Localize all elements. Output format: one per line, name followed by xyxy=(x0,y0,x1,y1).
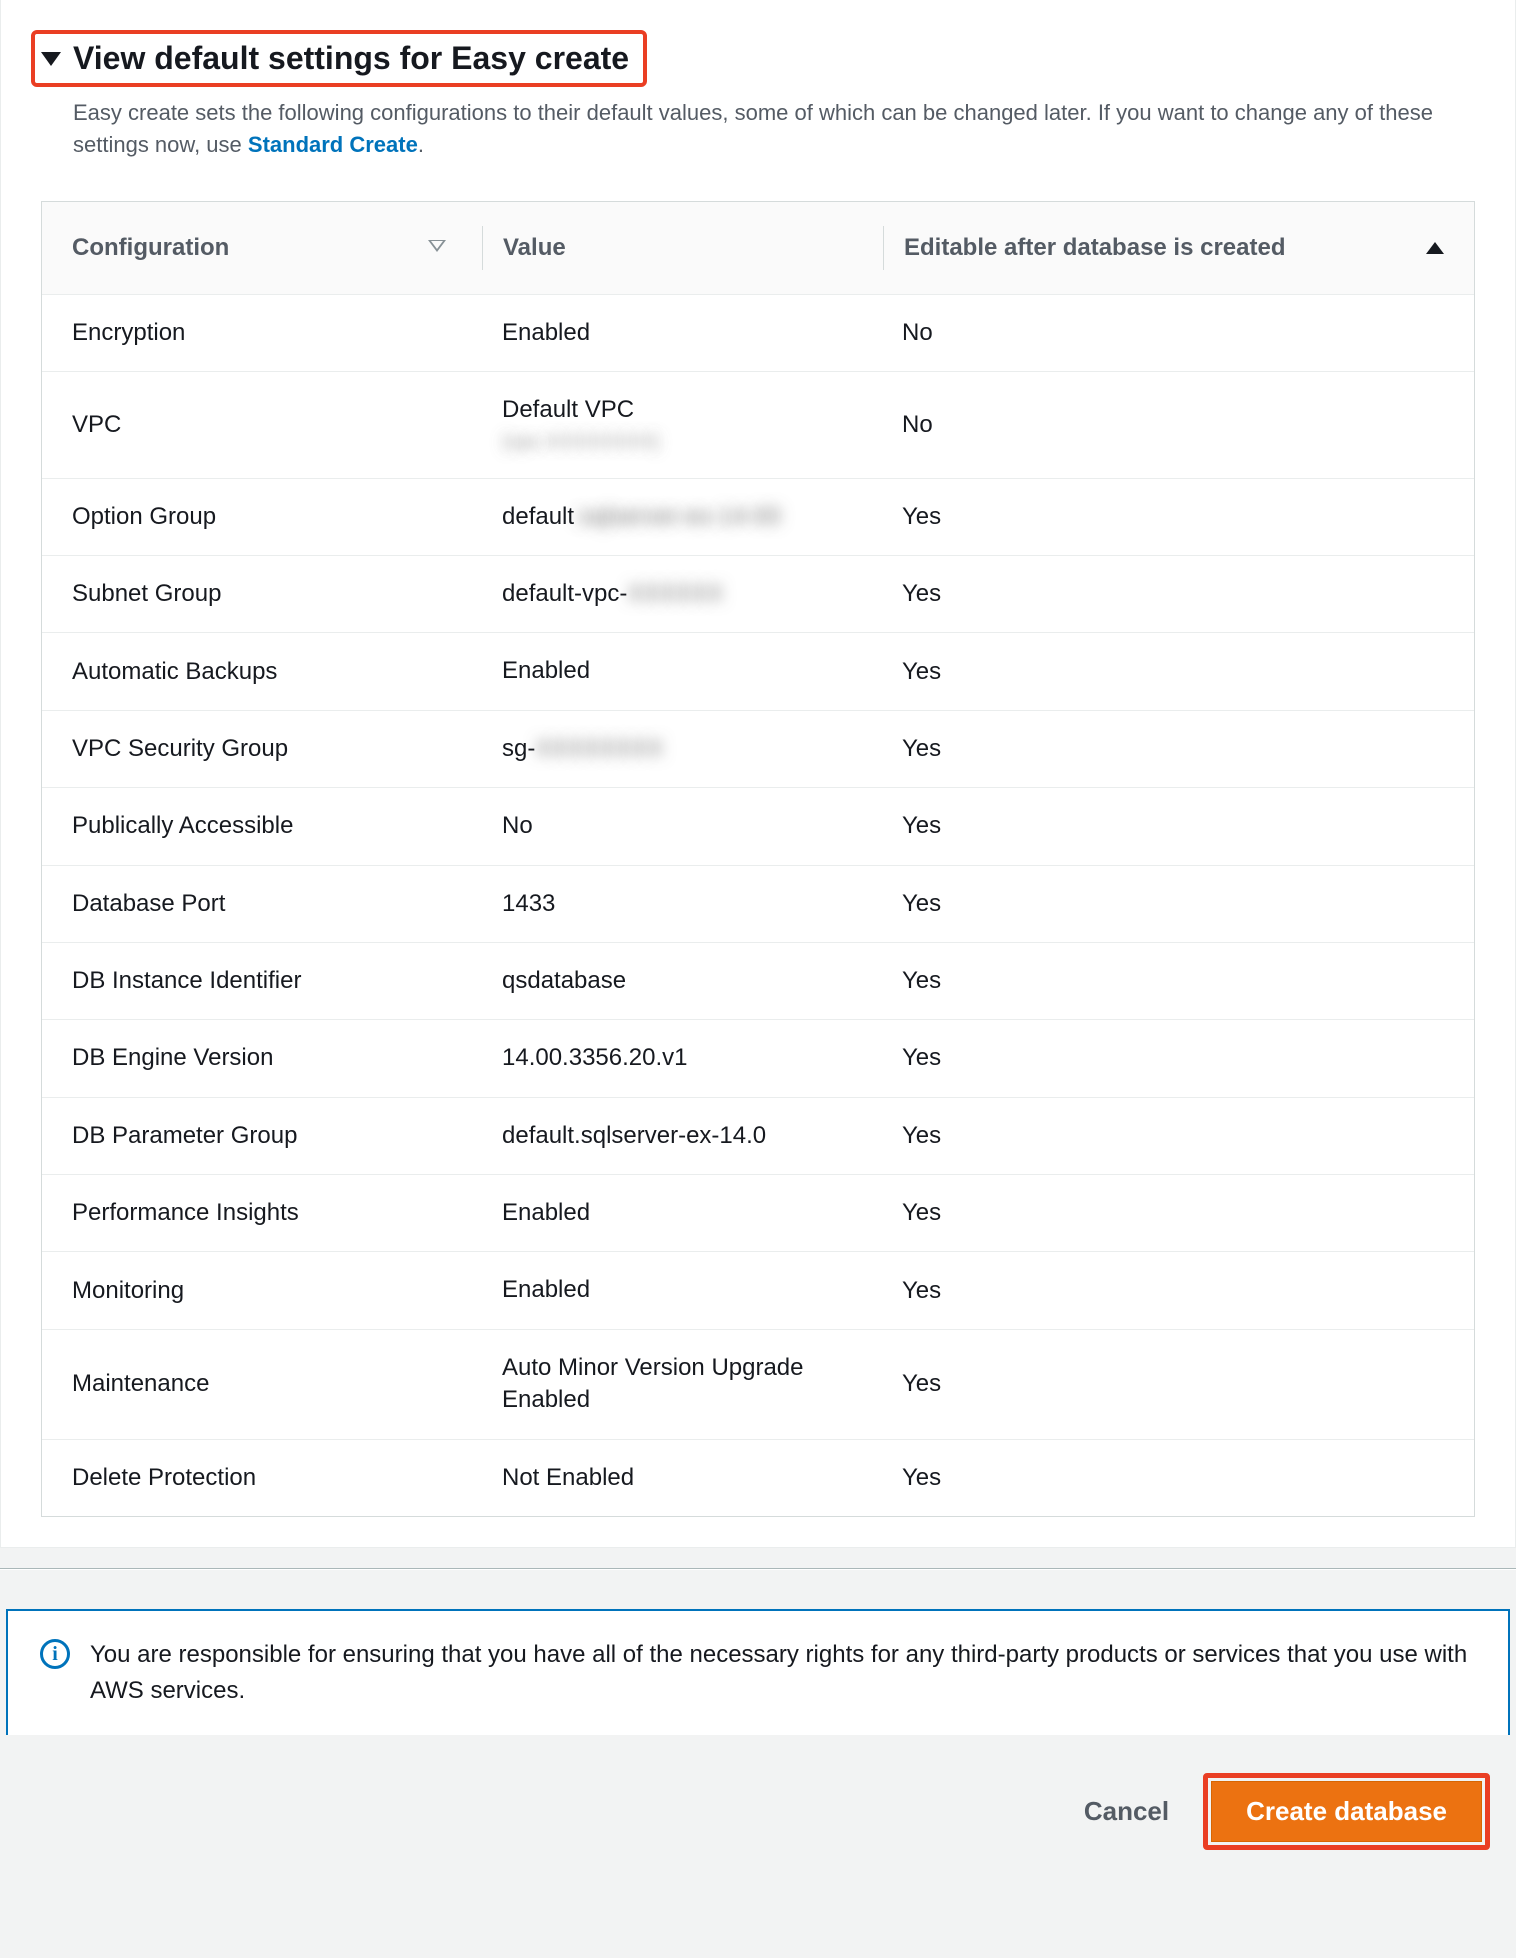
cell-value: Enabled xyxy=(482,1274,882,1306)
cell-value: Enabled xyxy=(482,655,882,687)
table-body: EncryptionEnabledNoVPCDefault VPC(vpc-XX… xyxy=(42,295,1474,1516)
cell-value: Default VPC(vpc-XXXXXXXX) xyxy=(482,394,882,455)
panel-subtitle: Easy create sets the following configura… xyxy=(73,97,1473,161)
cell-value: sg-XXXXXXXX xyxy=(482,733,882,765)
cell-value: Auto Minor Version Upgrade Enabled xyxy=(482,1352,882,1417)
cell-editable: Yes xyxy=(882,1464,1444,1492)
cell-config: VPC xyxy=(72,411,482,439)
sort-asc-icon[interactable] xyxy=(1426,242,1444,254)
cell-value: No xyxy=(482,810,882,842)
table-row: Delete ProtectionNot EnabledYes xyxy=(42,1440,1474,1516)
cell-value: default-vpc-XXXXXX xyxy=(482,578,882,610)
table-row: DB Parameter Groupdefault.sqlserver-ex-1… xyxy=(42,1098,1474,1175)
cell-editable: Yes xyxy=(882,1044,1444,1072)
create-database-button[interactable]: Create database xyxy=(1211,1781,1482,1842)
cell-editable: Yes xyxy=(882,967,1444,995)
col-configuration[interactable]: Configuration xyxy=(72,234,229,262)
info-icon: i xyxy=(40,1639,70,1669)
cell-editable: Yes xyxy=(882,735,1444,763)
table-row: VPC Security Groupsg-XXXXXXXXYes xyxy=(42,711,1474,788)
table-row: DB Engine Version14.00.3356.20.v1Yes xyxy=(42,1020,1474,1097)
cell-config: VPC Security Group xyxy=(72,735,482,763)
cell-editable: Yes xyxy=(882,580,1444,608)
table-row: Database Port1433Yes xyxy=(42,866,1474,943)
cell-config: Database Port xyxy=(72,890,482,918)
cell-value: Enabled xyxy=(482,1197,882,1229)
cell-editable: Yes xyxy=(882,1370,1444,1398)
cell-config: DB Parameter Group xyxy=(72,1122,482,1150)
cell-value: default:sqlserver-ex-14-00 xyxy=(482,501,882,533)
cell-value: default.sqlserver-ex-14.0 xyxy=(482,1120,882,1152)
table-row: MaintenanceAuto Minor Version Upgrade En… xyxy=(42,1330,1474,1440)
table-row: Option Groupdefault:sqlserver-ex-14-00Ye… xyxy=(42,479,1474,556)
cell-config: DB Instance Identifier xyxy=(72,967,482,995)
settings-panel: View default settings for Easy create Ea… xyxy=(0,0,1516,1548)
cell-value: qsdatabase xyxy=(482,965,882,997)
cell-value: Not Enabled xyxy=(482,1462,882,1494)
cell-editable: No xyxy=(882,319,1444,347)
info-banner: i You are responsible for ensuring that … xyxy=(6,1609,1510,1735)
cell-config: Monitoring xyxy=(72,1277,482,1305)
table-row: Publically AccessibleNoYes xyxy=(42,788,1474,865)
table-row: Performance InsightsEnabledYes xyxy=(42,1175,1474,1252)
settings-table: Configuration Value Editable after datab… xyxy=(41,201,1475,1517)
cell-editable: No xyxy=(882,411,1444,439)
cell-config: Performance Insights xyxy=(72,1199,482,1227)
cell-config: Encryption xyxy=(72,319,482,347)
cell-editable: Yes xyxy=(882,890,1444,918)
cell-editable: Yes xyxy=(882,1277,1444,1305)
cell-config: Maintenance xyxy=(72,1370,482,1398)
cell-config: Automatic Backups xyxy=(72,658,482,686)
action-bar: Cancel Create database xyxy=(0,1735,1516,1892)
cell-editable: Yes xyxy=(882,503,1444,531)
table-row: EncryptionEnabledNo xyxy=(42,295,1474,372)
table-header: Configuration Value Editable after datab… xyxy=(42,202,1474,295)
sort-outline-down-icon[interactable] xyxy=(428,242,446,254)
col-value[interactable]: Value xyxy=(503,234,566,261)
cell-editable: Yes xyxy=(882,1199,1444,1227)
caret-down-icon xyxy=(41,52,61,66)
table-row: Automatic BackupsEnabledYes xyxy=(42,633,1474,710)
cell-config: Publically Accessible xyxy=(72,812,482,840)
cancel-button[interactable]: Cancel xyxy=(1084,1796,1169,1827)
create-button-highlight: Create database xyxy=(1203,1773,1490,1850)
section-divider xyxy=(0,1568,1516,1569)
cell-editable: Yes xyxy=(882,812,1444,840)
cell-value: 14.00.3356.20.v1 xyxy=(482,1042,882,1074)
cell-value: 1433 xyxy=(482,888,882,920)
col-editable[interactable]: Editable after database is created xyxy=(904,234,1286,262)
expander-toggle[interactable]: View default settings for Easy create xyxy=(31,30,647,87)
cell-config: Option Group xyxy=(72,503,482,531)
standard-create-link[interactable]: Standard Create xyxy=(248,132,418,157)
subtitle-after: . xyxy=(418,132,424,157)
table-row: DB Instance IdentifierqsdatabaseYes xyxy=(42,943,1474,1020)
table-row: Subnet Groupdefault-vpc-XXXXXXYes xyxy=(42,556,1474,633)
cell-editable: Yes xyxy=(882,1122,1444,1150)
cell-editable: Yes xyxy=(882,658,1444,686)
panel-title: View default settings for Easy create xyxy=(73,40,629,77)
info-text: You are responsible for ensuring that yo… xyxy=(90,1637,1476,1709)
cell-config: Delete Protection xyxy=(72,1464,482,1492)
table-row: VPCDefault VPC(vpc-XXXXXXXX)No xyxy=(42,372,1474,478)
cell-value: Enabled xyxy=(482,317,882,349)
cell-config: Subnet Group xyxy=(72,580,482,608)
table-row: MonitoringEnabledYes xyxy=(42,1252,1474,1329)
cell-config: DB Engine Version xyxy=(72,1044,482,1072)
